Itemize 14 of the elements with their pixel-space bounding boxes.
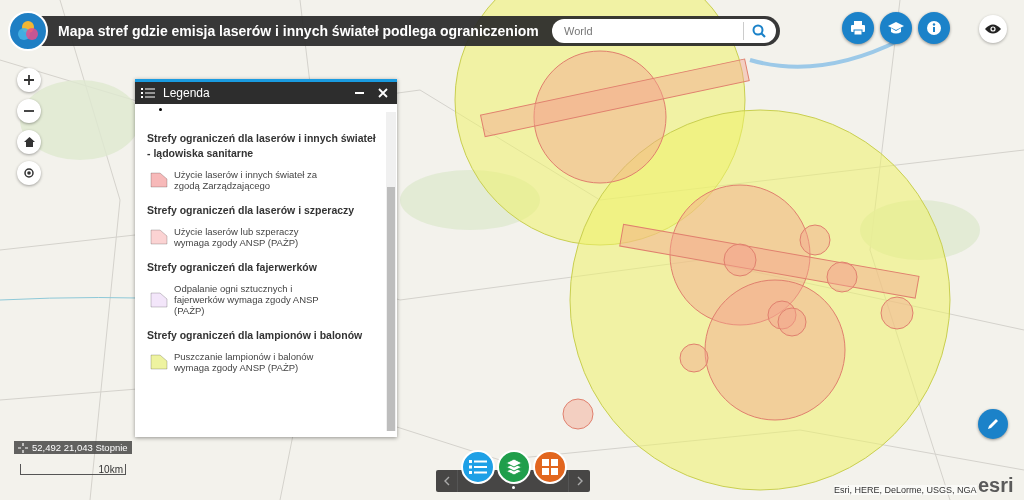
legend-group-heading: Strefy ograniczeń dla fajerwerków <box>147 260 318 275</box>
coordinates-text: 52,492 21,043 Stopnie <box>32 442 128 453</box>
legend-group-heading: Strefy ograniczeń dla laserów i szperaczy <box>147 203 356 218</box>
legend-item-label: Użycie laserów lub szperaczy wymaga zgody ANSP (PAŻP) <box>174 226 300 248</box>
legend-item-label: Użycie laserów i innych świateł za zgodą Zarządzającego <box>174 169 319 191</box>
esri-logo: esri <box>978 474 1014 497</box>
legend-title: Legenda <box>163 86 210 100</box>
legend-group-heading: Strefy ograniczeń dla laserów i innych świateł - lądowiska sanitarne <box>147 131 376 161</box>
legend-item-label: Odpalanie ogni sztucznych i fajerwerków wymaga zgody ANSP (PAŻP) <box>174 283 320 316</box>
scale-label: 10km <box>98 464 123 475</box>
legend-group-heading: Strefy ograniczeń dla lampionów i balonów <box>147 328 364 343</box>
legend-item-label: Puszczanie lampionów i balonów wymaga zgody ANSP (PAŻP) <box>174 351 315 373</box>
map-attribution: Esri, HERE, DeLorme, USGS, NGA <box>834 485 977 495</box>
app-title: Mapa stref gdzie emisja laserów i innych świateł podlega ograniczeniom <box>58 23 539 39</box>
